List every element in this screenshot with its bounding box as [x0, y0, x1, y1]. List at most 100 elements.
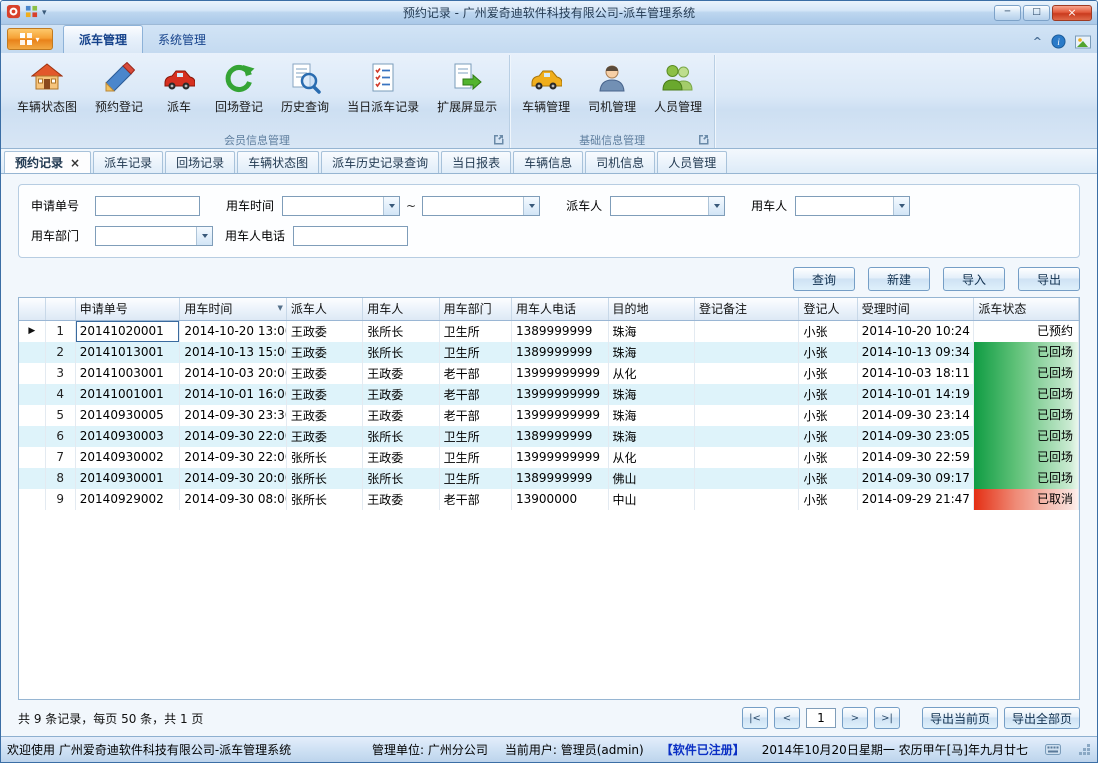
combo-dropdown-icon[interactable]: [523, 197, 539, 215]
grid-cell[interactable]: 小张: [799, 363, 857, 384]
combo-dropdown-icon[interactable]: [708, 197, 724, 215]
grid-cell[interactable]: 老干部: [439, 405, 511, 426]
grid-cell[interactable]: 2014-09-30 22:00: [180, 447, 287, 468]
theme-icon[interactable]: [1075, 35, 1091, 49]
request-no-input[interactable]: [95, 196, 200, 216]
dispatcher-combo[interactable]: [610, 196, 725, 216]
grid-cell[interactable]: [694, 489, 799, 510]
next-page-button[interactable]: >: [842, 707, 868, 729]
grid-cell[interactable]: 1389999999: [512, 320, 609, 342]
grid-cell[interactable]: 珠海: [608, 405, 694, 426]
combo-dropdown-icon[interactable]: [196, 227, 212, 245]
doc-tab[interactable]: 派车记录: [93, 151, 163, 173]
grid-cell[interactable]: 13999999999: [512, 405, 609, 426]
grid-cell[interactable]: 2014-10-03 18:11: [857, 363, 974, 384]
dialog-launcher-icon[interactable]: [697, 133, 710, 146]
grid-column-header[interactable]: 用车部门: [439, 298, 511, 320]
grid-cell[interactable]: 从化: [608, 363, 694, 384]
grid-cell[interactable]: 13999999999: [512, 363, 609, 384]
collapse-ribbon-icon[interactable]: ^: [1033, 35, 1042, 48]
grid-column-header[interactable]: 受理时间: [857, 298, 974, 320]
doc-tab[interactable]: 当日报表: [441, 151, 511, 173]
ribbon-button-vehicle-status[interactable]: 车辆状态图: [8, 55, 86, 118]
grid-column-header[interactable]: 派车状态: [974, 298, 1079, 320]
grid-cell[interactable]: 王政委: [286, 363, 362, 384]
ribbon-button-return-register[interactable]: 回场登记: [206, 55, 272, 118]
grid-cell[interactable]: 张所长: [363, 426, 439, 447]
ribbon-button-reservation-register[interactable]: 预约登记: [86, 55, 152, 118]
grid-cell[interactable]: 2014-10-13 09:34: [857, 342, 974, 363]
grid-cell[interactable]: 2014-09-30 22:00: [180, 426, 287, 447]
info-icon[interactable]: i: [1051, 34, 1066, 49]
doc-tab[interactable]: 预约记录×: [4, 151, 91, 173]
grid-cell[interactable]: 小张: [799, 405, 857, 426]
grid-cell-status[interactable]: 已回场: [974, 342, 1079, 363]
grid-column-header[interactable]: 派车人: [286, 298, 362, 320]
grid-cell[interactable]: 20140930005: [75, 405, 180, 426]
license-status-link[interactable]: 【软件已注册】: [661, 741, 745, 758]
export-current-page-button[interactable]: 导出当前页: [922, 707, 998, 729]
table-row[interactable]: 3201410030012014-10-03 20:00王政委王政委老干部139…: [19, 363, 1079, 384]
grid-cell[interactable]: 王政委: [286, 320, 362, 342]
grid-cell-status[interactable]: 已回场: [974, 384, 1079, 405]
grid-cell[interactable]: 张所长: [363, 342, 439, 363]
grid-cell[interactable]: 小张: [799, 447, 857, 468]
grid-cell[interactable]: 老干部: [439, 363, 511, 384]
grid-cell-status[interactable]: 已取消: [974, 489, 1079, 510]
doc-tab[interactable]: 回场记录: [165, 151, 235, 173]
grid-cell[interactable]: 20141003001: [75, 363, 180, 384]
doc-tab[interactable]: 派车历史记录查询: [321, 151, 439, 173]
grid-cell[interactable]: 20140929002: [75, 489, 180, 510]
grid-cell[interactable]: 小张: [799, 384, 857, 405]
grid-cell[interactable]: 卫生所: [439, 426, 511, 447]
doc-tab[interactable]: 车辆信息: [513, 151, 583, 173]
user-combo[interactable]: [795, 196, 910, 216]
close-button[interactable]: ×: [1052, 5, 1092, 21]
grid-cell[interactable]: 小张: [799, 426, 857, 447]
create-button[interactable]: 新建: [868, 267, 930, 291]
use-time-to-combo[interactable]: [422, 196, 540, 216]
export-all-pages-button[interactable]: 导出全部页: [1004, 707, 1080, 729]
grid-cell[interactable]: 1389999999: [512, 468, 609, 489]
grid-cell[interactable]: [694, 426, 799, 447]
page-number-input[interactable]: [806, 708, 836, 728]
grid-cell[interactable]: 20141013001: [75, 342, 180, 363]
grid-cell[interactable]: 13999999999: [512, 447, 609, 468]
first-page-button[interactable]: |<: [742, 707, 768, 729]
grid-cell[interactable]: 王政委: [363, 384, 439, 405]
table-row[interactable]: 9201409290022014-09-30 08:00张所长王政委老干部139…: [19, 489, 1079, 510]
grid-cell[interactable]: 1389999999: [512, 426, 609, 447]
combo-dropdown-icon[interactable]: [893, 197, 909, 215]
grid-cell[interactable]: 王政委: [286, 384, 362, 405]
grid-cell[interactable]: 2014-10-20 13:00: [180, 320, 287, 342]
doc-tab[interactable]: 车辆状态图: [237, 151, 319, 173]
grid-cell[interactable]: 2014-10-13 15:00: [180, 342, 287, 363]
grid-cell[interactable]: 小张: [799, 342, 857, 363]
grid-cell[interactable]: 王政委: [363, 405, 439, 426]
grid-cell[interactable]: 小张: [799, 489, 857, 510]
grid-cell[interactable]: 张所长: [363, 320, 439, 342]
table-row[interactable]: ▶1201410200012014-10-20 13:00王政委张所长卫生所13…: [19, 320, 1079, 342]
grid-cell[interactable]: 20140930003: [75, 426, 180, 447]
grid-cell[interactable]: [694, 405, 799, 426]
grid-cell[interactable]: 13999999999: [512, 384, 609, 405]
doc-tab[interactable]: 人员管理: [657, 151, 727, 173]
grid-cell[interactable]: [694, 447, 799, 468]
grid-cell-status[interactable]: 已回场: [974, 405, 1079, 426]
ribbon-button-dispatch-car[interactable]: 派车: [152, 55, 206, 118]
column-filter-icon[interactable]: ▼: [277, 304, 282, 312]
phone-input[interactable]: [293, 226, 408, 246]
department-combo[interactable]: [95, 226, 213, 246]
grid-column-header[interactable]: 申请单号: [75, 298, 180, 320]
grid-cell[interactable]: 20141001001: [75, 384, 180, 405]
grid-cell[interactable]: 2014-10-01 14:19: [857, 384, 974, 405]
grid-cell-status[interactable]: 已回场: [974, 426, 1079, 447]
grid-cell-status[interactable]: 已回场: [974, 447, 1079, 468]
grid-cell[interactable]: 2014-09-30 23:05: [857, 426, 974, 447]
ribbon-tab[interactable]: 派车管理: [63, 25, 143, 53]
grid-column-header[interactable]: 用车时间▼: [180, 298, 287, 320]
table-row[interactable]: 5201409300052014-09-30 23:30王政委王政委老干部139…: [19, 405, 1079, 426]
query-button[interactable]: 查询: [793, 267, 855, 291]
grid-cell[interactable]: 王政委: [363, 363, 439, 384]
grid-cell-status[interactable]: 已回场: [974, 363, 1079, 384]
